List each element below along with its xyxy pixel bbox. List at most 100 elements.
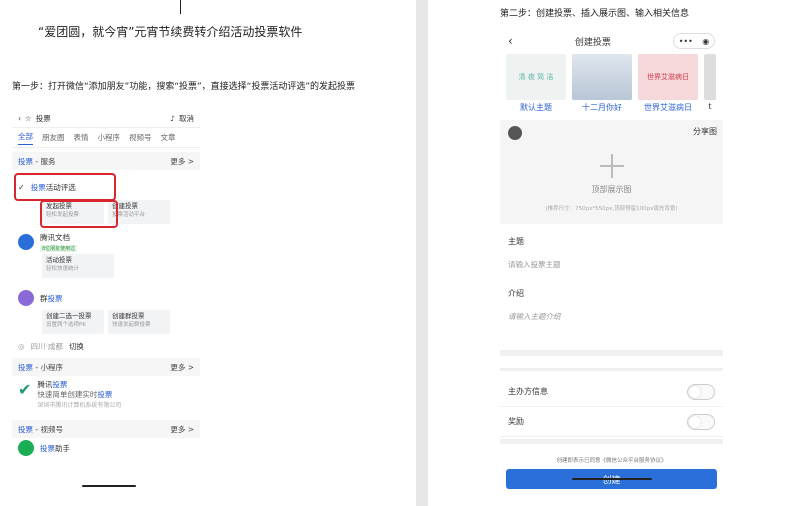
channel-name: 助手: [55, 443, 70, 453]
service-cards: 活动投票 轻松快速统计: [12, 254, 200, 278]
more-link[interactable]: 更多 >: [170, 156, 194, 167]
group-vote-logo-icon: [18, 290, 34, 306]
tab-stickers[interactable]: 表情: [74, 132, 89, 143]
service-item-group-vote[interactable]: 群投票: [12, 286, 200, 310]
back-arrow-icon[interactable]: ‹: [508, 34, 513, 48]
mini-program-section-header: 投票 - 小程序 更多 >: [12, 358, 200, 376]
theme-default[interactable]: 清 夜 简 洁 默认主题: [506, 54, 566, 114]
service-item-tencent-docs[interactable]: 腾讯文档 8位朋友使用过: [12, 230, 200, 254]
page-title: 创建投票: [574, 37, 611, 48]
tab-articles[interactable]: 文章: [161, 132, 176, 143]
theme-label: 十二月你好: [582, 103, 622, 112]
theme-aids-day[interactable]: 世界艾滋病日 世界艾滋病日: [638, 54, 698, 114]
card-title: 创建投票: [112, 202, 138, 210]
divider: [500, 350, 723, 356]
tencent-docs-logo-icon: [18, 234, 34, 250]
subject-input[interactable]: 请输入投票主题: [508, 259, 715, 270]
theme-thumb: [704, 54, 716, 100]
tab-moments[interactable]: 朋友圈: [42, 132, 65, 143]
more-link[interactable]: 更多 >: [170, 424, 194, 435]
card-title: 创建二选一投票: [46, 312, 92, 320]
cancel-button[interactable]: 取消: [179, 113, 194, 124]
mini-name-keyword: 投票: [52, 380, 68, 389]
search-input[interactable]: 投票: [36, 113, 166, 124]
section-title: - 视频号: [33, 424, 63, 434]
agreement-text[interactable]: 创建即表示已同意《微信公众平台服务协议》: [500, 456, 723, 464]
close-target-icon[interactable]: ◉: [702, 37, 709, 46]
intro-input[interactable]: 请输入主题介绍: [508, 311, 715, 322]
theme-december[interactable]: 十二月你好: [572, 54, 632, 114]
card-title: 活动投票: [46, 256, 72, 264]
channels-section-header: 投票 - 视频号 更多 >: [12, 420, 200, 438]
prize-label: 奖励: [508, 417, 524, 426]
back-arrow-icon[interactable]: ‹: [18, 114, 21, 123]
section-title: - 小程序: [33, 362, 63, 372]
mini-desc-keyword: 投票: [97, 390, 113, 399]
activity-vote-card[interactable]: 活动投票 轻松快速统计: [42, 254, 114, 278]
channel-name-keyword: 投票: [40, 443, 55, 453]
section-title: - 服务: [33, 156, 56, 166]
tencent-vote-logo-icon: ✔: [18, 380, 32, 399]
mini-desc: 快速简单创建实时: [37, 390, 98, 399]
left-page: “爱团圆，就今宵”元宵节续费转介绍活动投票软件 第一步：打开微信“添加朋友”功能…: [0, 0, 416, 506]
theme-selector: 清 夜 简 洁 默认主题 十二月你好 世界艾滋病日 世界艾滋病日 t: [500, 54, 723, 114]
star-icon: ☆: [25, 114, 32, 123]
text-cursor: [180, 0, 181, 14]
location-text: 四川·成都: [30, 341, 63, 351]
share-image-button[interactable]: 分享图: [693, 126, 717, 137]
cover-size-hint: (推荐尺寸：750px*550px,顶部预留100px填充背景): [545, 206, 678, 212]
mini-program-item[interactable]: ✔ 腾讯投票 快速简单创建实时投票 深圳市腾讯计算机系统有限公司: [12, 376, 200, 416]
mini-name: 腾讯: [37, 380, 53, 389]
card-subtitle: 轻松快速统计: [46, 266, 80, 272]
wechat-search-screenshot: ‹ ☆ 投票 ♪ 取消 全部 朋友圈 表情 小程序 视频号 文章 投票 - 服务…: [12, 110, 200, 490]
cover-caption: 顶部展示图: [591, 185, 632, 194]
binary-vote-card[interactable]: 创建二选一投票 设置两个选项PK: [42, 310, 104, 334]
highlight-start-vote: [40, 200, 118, 228]
card-subtitle: 设置两个选项PK: [46, 322, 86, 328]
organizer-label: 主办方信息: [508, 387, 548, 396]
prize-toggle[interactable]: [687, 413, 715, 430]
mini-company: 深圳市腾讯计算机系统有限公司: [37, 402, 122, 409]
card-subtitle: 投票活动平台: [112, 212, 146, 218]
tab-channels[interactable]: 视频号: [129, 132, 152, 143]
vote-assistant-avatar: [18, 440, 34, 456]
more-link[interactable]: 更多 >: [170, 362, 194, 373]
home-indicator: [82, 485, 136, 487]
mini-program-capsule[interactable]: ••• ◉: [672, 33, 715, 49]
friends-used-tag: 8位朋友使用过: [40, 245, 78, 252]
card-subtitle: 快速发起群投票: [112, 322, 151, 328]
avatar: [508, 126, 522, 140]
subject-label: 主题: [508, 237, 524, 246]
tab-all[interactable]: 全部: [18, 131, 33, 145]
organizer-row: 主办方信息: [500, 377, 723, 407]
prize-row: 奖励: [500, 407, 723, 437]
theme-partial[interactable]: t: [704, 54, 716, 114]
section-keyword: 投票: [18, 362, 33, 372]
switch-location-link[interactable]: 切换: [69, 341, 84, 352]
doc-title: “爱团圆，就今宵”元宵节续费转介绍活动投票软件: [38, 25, 303, 39]
theme-label: t: [708, 102, 712, 111]
right-page: 第二步：创建投票、插入展示图、输入相关信息 ‹ 创建投票 ••• ◉ 清 夜 简…: [428, 0, 795, 506]
cover-image-uploader[interactable]: 分享图 顶部展示图 (推荐尺寸：750px*550px,顶部预留100px填充背…: [500, 120, 723, 224]
home-indicator: [572, 478, 652, 480]
theme-thumb: [572, 54, 632, 100]
service-cards: 创建二选一投票 设置两个选项PK 创建群投票 快速发起群投票: [12, 310, 200, 334]
location-pin-icon: ◎: [18, 341, 25, 351]
divider: [500, 368, 723, 371]
search-bar: ‹ ☆ 投票 ♪ 取消: [12, 110, 200, 128]
microphone-icon[interactable]: ♪: [170, 114, 175, 123]
divider: [500, 439, 723, 444]
nav-bar: ‹ 创建投票 ••• ◉: [500, 28, 723, 54]
tab-miniprogram[interactable]: 小程序: [98, 132, 121, 143]
theme-label: 默认主题: [520, 103, 552, 112]
more-dots-icon[interactable]: •••: [679, 37, 693, 46]
step1-text: 第一步：打开微信“添加朋友”功能，搜索“投票”，直接选择“投票活动评选”的发起投…: [12, 82, 355, 92]
channels-item[interactable]: 投票助手: [12, 438, 200, 458]
group-vote-card[interactable]: 创建群投票 快速发起群投票: [108, 310, 170, 334]
theme-thumb: 清 夜 简 洁: [506, 54, 566, 100]
theme-label: 世界艾滋病日: [644, 103, 692, 112]
intro-field: 介绍 请输入主题介绍: [500, 288, 723, 322]
organizer-toggle[interactable]: [687, 383, 715, 400]
add-image-icon[interactable]: [600, 154, 624, 178]
service-section-header: 投票 - 服务 更多 >: [12, 152, 200, 170]
